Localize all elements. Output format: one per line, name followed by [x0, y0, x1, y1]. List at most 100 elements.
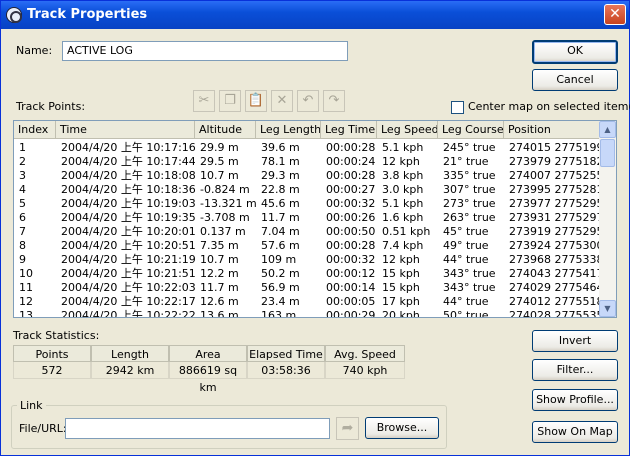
cell-index: 13 [19, 309, 33, 318]
table-header: Index Time Altitude Leg Length Leg Time … [14, 121, 600, 139]
cell-altitude: 0.137 m [200, 225, 246, 238]
stat-area-value: 886619 sq km [169, 362, 247, 394]
cancel-button[interactable]: Cancel [532, 69, 618, 91]
table-scrollbar[interactable]: ▲ ▼ [599, 121, 616, 317]
undo-icon[interactable]: ↶ [297, 90, 319, 112]
go-arrow-icon[interactable]: ➦ [336, 417, 359, 440]
cell-index: 6 [19, 211, 26, 224]
col-leg-speed-header[interactable]: Leg Speed [377, 121, 438, 139]
cell-leg-length: 39.6 m [261, 141, 300, 154]
stat-points-header: Points [13, 345, 91, 362]
cell-leg-course: 21° true [443, 155, 489, 168]
cell-position: 273924 2775300 [509, 239, 600, 252]
file-url-input[interactable] [65, 418, 330, 439]
cell-time: 2004/4/20 上午 10:19:35 [61, 211, 195, 224]
table-row[interactable]: 3 2004/4/20 上午 10:18:08 10.7 m 29.3 m 00:00:… [14, 169, 600, 183]
table-row[interactable]: 13 2004/4/20 上午 10:22:22 13.6 m 163 m 00:00:… [14, 309, 600, 318]
table-row[interactable]: 9 2004/4/20 上午 10:21:19 10.7 m 109 m 00:00:3… [14, 253, 600, 267]
cell-position: 273977 2775295 [509, 197, 600, 210]
cell-altitude: 7.35 m [200, 239, 239, 252]
show-on-map-button[interactable]: Show On Map [532, 421, 618, 443]
cell-leg-course: 45° true [443, 225, 489, 238]
stat-elapsed-header: Elapsed Time [247, 345, 325, 362]
cell-index: 11 [19, 281, 33, 294]
table-row[interactable]: 2 2004/4/20 上午 10:17:44 29.5 m 78.1 m 00:00:… [14, 155, 600, 169]
cell-index: 12 [19, 295, 33, 308]
cell-leg-course: 273° true [443, 197, 496, 210]
ok-button[interactable]: OK [532, 40, 618, 64]
cell-time: 2004/4/20 上午 10:21:19 [61, 253, 195, 266]
table-row[interactable]: 5 2004/4/20 上午 10:19:03 -13.321 m 45.6 m 00:… [14, 197, 600, 211]
stat-elapsed-value: 03:58:36 [247, 362, 325, 379]
filter-button[interactable]: Filter... [532, 359, 618, 381]
col-leg-time-header[interactable]: Leg Time [321, 121, 377, 139]
table-row[interactable]: 4 2004/4/20 上午 10:18:36 -0.824 m 22.8 m 00:0… [14, 183, 600, 197]
col-leg-course-header[interactable]: Leg Course [438, 121, 504, 139]
cell-leg-time: 00:00:32 [326, 253, 376, 266]
table-row[interactable]: 6 2004/4/20 上午 10:19:35 -3.708 m 11.7 m 00:0… [14, 211, 600, 225]
table-row[interactable]: 1 2004/4/20 上午 10:17:16 29.9 m 39.6 m 00:00:… [14, 141, 600, 155]
cell-time: 2004/4/20 上午 10:22:22 [61, 309, 195, 318]
col-index-header[interactable]: Index [14, 121, 56, 139]
stat-area-header: Area [169, 345, 247, 362]
stat-length-value: 2942 km [91, 362, 169, 379]
app-icon [6, 7, 22, 23]
table-row[interactable]: 11 2004/4/20 上午 10:22:03 11.7 m 56.9 m 00:00… [14, 281, 600, 295]
cell-altitude: -3.708 m [200, 211, 250, 224]
cell-altitude: -13.321 m [200, 197, 256, 210]
cell-leg-speed: 1.6 kph [382, 211, 424, 224]
delete-icon[interactable]: ✕ [271, 90, 293, 112]
stat-speed-header: Avg. Speed [325, 345, 405, 362]
center-map-checkbox[interactable] [451, 101, 464, 114]
cell-time: 2004/4/20 上午 10:18:36 [61, 183, 195, 196]
col-position-header[interactable]: Position [504, 121, 600, 139]
table-row[interactable]: 8 2004/4/20 上午 10:20:51 7.35 m 57.6 m 00:00:… [14, 239, 600, 253]
scroll-thumb[interactable] [600, 139, 615, 167]
cell-leg-time: 00:00:24 [326, 155, 376, 168]
cell-position: 273919 2775295 [509, 225, 600, 238]
stat-speed-value: 740 kph [325, 362, 405, 379]
paste-icon[interactable]: 📋 [245, 90, 267, 112]
name-input[interactable]: ACTIVE LOG [62, 41, 348, 61]
cell-leg-speed: 20 kph [382, 309, 420, 318]
cell-leg-length: 163 m [261, 309, 297, 318]
cell-index: 3 [19, 169, 26, 182]
table-row[interactable]: 12 2004/4/20 上午 10:22:17 12.6 m 23.4 m 00:00… [14, 295, 600, 309]
cell-leg-course: 307° true [443, 183, 496, 196]
window-title: Track Properties [27, 7, 148, 22]
cell-leg-length: 57.6 m [261, 239, 300, 252]
close-button[interactable]: ✕ [604, 4, 626, 25]
redo-icon[interactable]: ↷ [323, 90, 345, 112]
scroll-down-icon[interactable]: ▼ [599, 300, 616, 317]
cell-leg-time: 00:00:29 [326, 309, 376, 318]
cell-leg-time: 00:00:50 [326, 225, 376, 238]
scroll-up-icon[interactable]: ▲ [599, 121, 616, 138]
browse-button[interactable]: Browse... [365, 417, 439, 439]
cell-leg-length: 11.7 m [261, 211, 300, 224]
cell-leg-speed: 12 kph [382, 155, 420, 168]
title-bar: Track Properties ✕ [1, 1, 629, 29]
table-row[interactable]: 10 2004/4/20 上午 10:21:51 12.2 m 50.2 m 00:00… [14, 267, 600, 281]
cut-icon[interactable]: ✂ [193, 90, 215, 112]
cell-leg-time: 00:00:05 [326, 295, 376, 308]
cell-leg-time: 00:00:28 [326, 169, 376, 182]
show-profile-button[interactable]: Show Profile... [532, 389, 618, 411]
track-properties-dialog: Track Properties ✕ Name: ACTIVE LOG OK C… [0, 0, 630, 456]
col-altitude-header[interactable]: Altitude [195, 121, 256, 139]
cell-leg-speed: 0.51 kph [382, 225, 431, 238]
cell-position: 274028 2775535 [509, 309, 600, 318]
cell-position: 274029 2775464 [509, 281, 600, 294]
track-points-table[interactable]: Index Time Altitude Leg Length Leg Time … [13, 120, 617, 318]
cell-leg-course: 263° true [443, 211, 496, 224]
cell-leg-length: 22.8 m [261, 183, 300, 196]
col-leg-length-header[interactable]: Leg Length [256, 121, 321, 139]
cell-time: 2004/4/20 上午 10:18:08 [61, 169, 195, 182]
cell-altitude: 12.6 m [200, 295, 239, 308]
cell-leg-speed: 17 kph [382, 295, 420, 308]
table-row[interactable]: 7 2004/4/20 上午 10:20:01 0.137 m 7.04 m 00:00… [14, 225, 600, 239]
copy-icon[interactable]: ❐ [219, 90, 241, 112]
track-statistics-label: Track Statistics: [13, 329, 100, 342]
invert-button[interactable]: Invert [532, 330, 618, 352]
cell-leg-course: 245° true [443, 141, 496, 154]
col-time-header[interactable]: Time [56, 121, 195, 139]
